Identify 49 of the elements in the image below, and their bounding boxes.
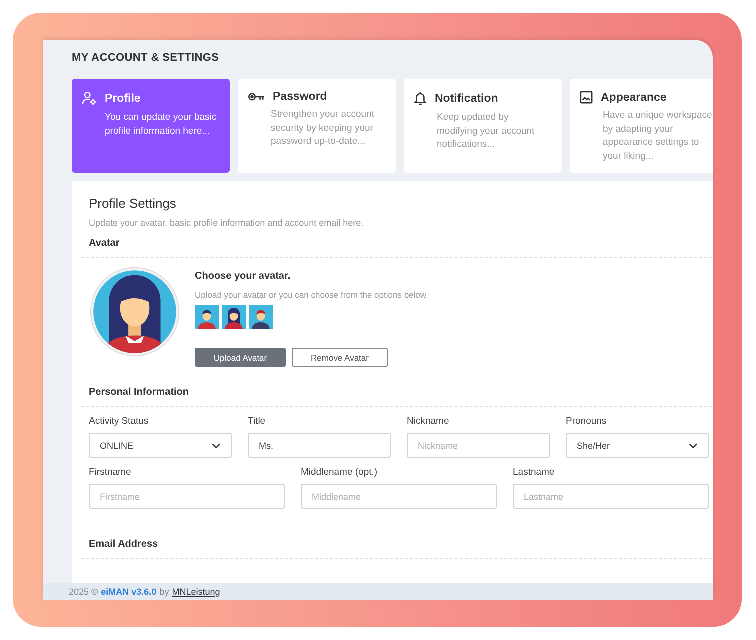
field-label: Lastname [513,467,556,478]
panel-subtitle: Update your avatar, basic profile information and account email here. [89,218,365,228]
dropdown-field[interactable]: ONLINE [89,433,232,458]
field-label: Pronouns [566,416,608,427]
section-heading: Email Address [89,539,160,550]
field-label: Title [248,416,267,427]
settings-tab[interactable]: Password Strengthen your account security by keeping your password up-to-date... [238,79,396,173]
chevron-down-icon [212,442,221,448]
tab-title: Profile [105,92,141,104]
dropdown-field[interactable]: She/Her [566,433,709,458]
text-field[interactable]: Ms. [248,433,391,458]
text-field[interactable]: Lastname [513,484,709,509]
text-field[interactable]: Middlename [301,484,497,509]
key-icon [248,91,265,103]
field-label: Firstname [89,467,132,478]
section-heading: Avatar [89,238,121,249]
page-title: MY ACCOUNT & SETTINGS [72,52,220,64]
footer-text: by [160,586,170,596]
avatar-option[interactable] [249,305,273,329]
section-heading: Personal Information [89,387,190,398]
tab-title: Notification [435,92,498,104]
text-field[interactable]: Nickname [407,433,550,458]
avatar-choice-title: Choose your avatar. [195,271,292,282]
author-link[interactable]: MNLeistung [172,586,220,596]
field-label: Nickname [407,416,450,427]
user-gear-icon [82,91,97,106]
avatar-choice-hint: Upload your avatar or you can choose from the options below. [195,290,428,300]
avatar-option[interactable] [222,305,246,329]
chevron-down-icon [689,442,698,448]
tab-description: Strengthen your account security by keeping your password up-to-date... [271,108,376,148]
avatar-button[interactable]: Upload Avatar [195,348,286,367]
footer-text: 2025 © [69,586,98,596]
settings-tab[interactable]: Profile You can update your basic profile information here... [72,79,230,173]
field-label: Activity Status [89,416,150,427]
image-icon [580,91,593,104]
tab-description: Keep updated by modifying your account notifications... [437,111,536,152]
settings-tab[interactable]: Appearance Have a unique workspace by adapting your appearance settings to your liking... [570,79,713,173]
panel-title: Profile Settings [89,196,178,211]
tab-description: You can update your basic profile information here... [105,111,218,138]
avatar-option[interactable] [195,305,219,329]
avatar-button[interactable]: Remove Avatar [292,348,388,367]
tab-title: Appearance [601,92,667,104]
text-field[interactable]: Firstname [89,484,285,509]
tab-description: Have a unique workspace by adapting your appearance settings to your liking... [603,109,713,163]
tab-title: Password [273,91,328,103]
bell-icon [414,91,427,106]
field-label: Middlename (opt.) [301,467,379,478]
product-version: eiMAN v3.6.0 [101,586,157,596]
settings-tab[interactable]: Notification Keep updated by modifying your account notifications... [404,79,562,173]
